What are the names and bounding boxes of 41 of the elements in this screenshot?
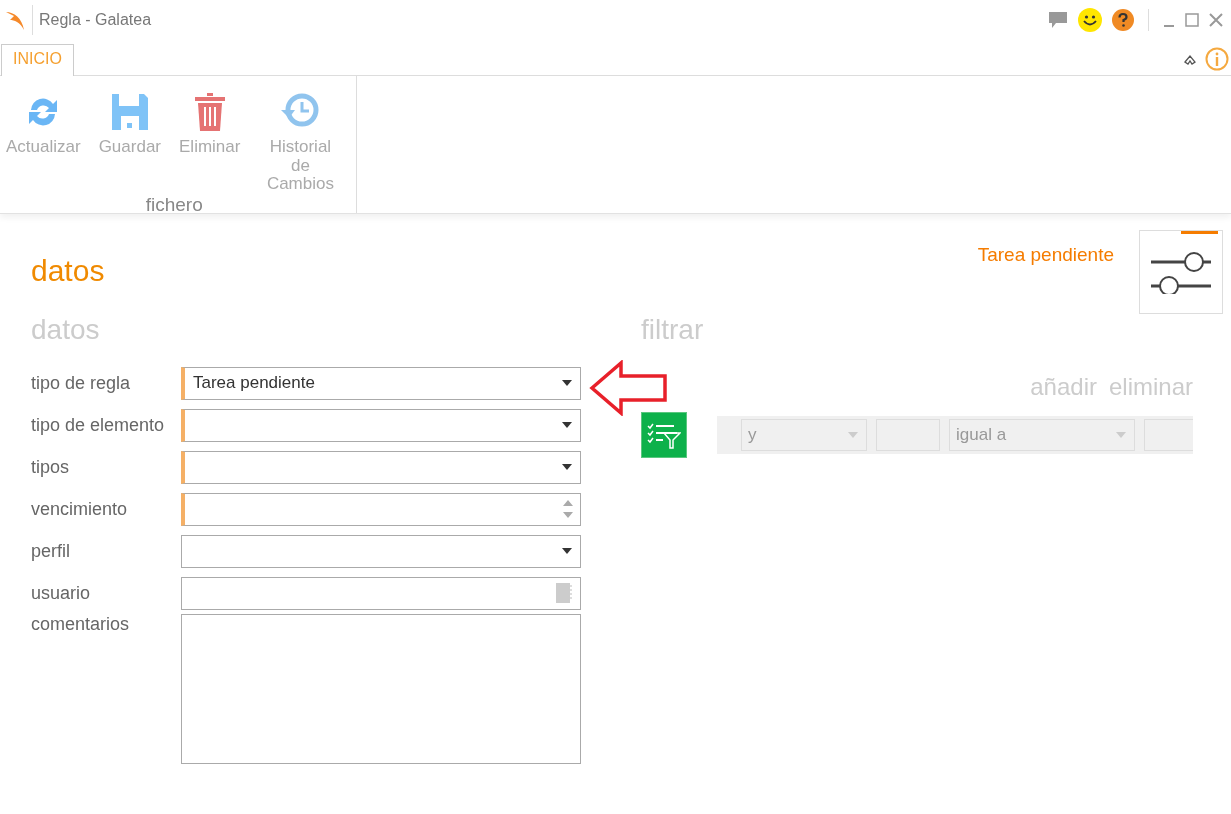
field-label: tipos <box>31 456 71 478</box>
info-icon[interactable] <box>1205 47 1229 71</box>
close-icon[interactable] <box>1209 13 1223 27</box>
page-title: datos <box>31 254 105 288</box>
filter-input[interactable] <box>1144 419 1193 451</box>
smiley-icon[interactable] <box>1078 8 1102 32</box>
group-label: fichero <box>145 194 203 218</box>
field-label: vencimiento <box>31 498 129 520</box>
dropdown-caret-icon <box>562 464 572 470</box>
dropdown-field[interactable] <box>181 534 581 568</box>
maximize-icon[interactable] <box>1185 13 1199 27</box>
chat-icon[interactable] <box>1048 11 1068 29</box>
ribbon-tab[interactable]: INICIO <box>1 44 74 76</box>
dropdown-field[interactable] <box>181 450 581 484</box>
dropdown-field[interactable] <box>181 408 581 442</box>
refresh-button[interactable]: Actualizar <box>6 92 81 195</box>
field-label: tipo de regla <box>31 372 132 394</box>
delete-button[interactable]: Eliminar <box>179 92 241 195</box>
notebook-icon <box>556 583 572 603</box>
status-text: Tarea pendiente <box>977 244 1114 266</box>
dropdown-caret-icon <box>562 380 572 386</box>
dropdown-field[interactable]: Tarea pendiente <box>181 366 581 400</box>
spinner-arrows-icon <box>563 499 573 519</box>
settings-sliders-button[interactable] <box>1139 230 1223 314</box>
field-label: comentarios <box>31 614 131 635</box>
dropdown-caret-icon <box>562 548 572 554</box>
collapse-ribbon-icon[interactable] <box>1183 53 1197 65</box>
field-label: usuario <box>31 582 92 604</box>
filter-dropdown[interactable]: y <box>741 419 867 451</box>
field-label: perfil <box>31 540 71 562</box>
lookup-field[interactable] <box>181 576 581 610</box>
filter-list-button[interactable] <box>641 412 687 458</box>
field-label: tipo de elemento <box>31 414 166 436</box>
save-button[interactable]: Guardar <box>98 92 161 195</box>
sliders-icon <box>1149 250 1213 294</box>
window-title: Regla - Galatea <box>39 11 152 29</box>
dropdown-caret-icon <box>562 422 572 428</box>
help-icon[interactable] <box>1112 9 1134 31</box>
spinner-field[interactable] <box>181 492 581 526</box>
filter-dropdown[interactable]: igual a <box>949 419 1135 451</box>
history-button[interactable]: Historial de Cambios <box>258 92 343 195</box>
